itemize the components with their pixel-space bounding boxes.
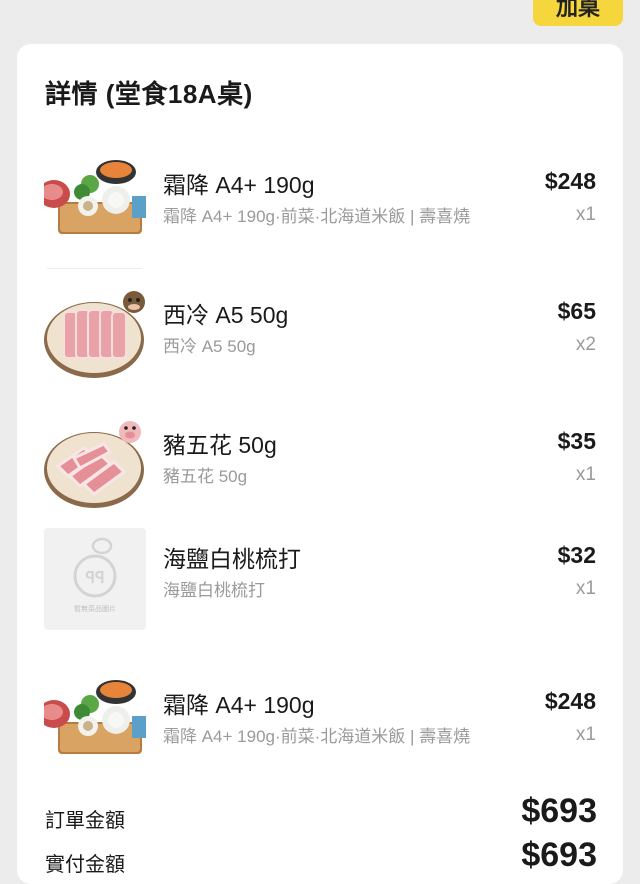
item-quantity: x1 xyxy=(575,204,596,225)
beef-plate-icon xyxy=(44,284,146,386)
placeholder-caption: 暫無菜品圖片 xyxy=(74,606,116,613)
item-name: 西冷 A5 50g xyxy=(163,302,289,328)
placeholder-image-icon: ꟼꟼ 暫無菜品圖片 xyxy=(44,528,146,630)
item-name: 海鹽白桃梳打 xyxy=(163,546,301,572)
paid-amount-label: 實付金額 xyxy=(45,854,125,876)
order-item[interactable]: 霜降 A4+ 190g 霜降 A4+ 190g·前菜·北海道米飯 | 壽喜燒 $… xyxy=(44,674,596,778)
order-item[interactable]: 豬五花 50g 豬五花 50g $35 x1 xyxy=(44,414,596,518)
item-price: $32 xyxy=(557,542,596,568)
order-amount-label: 訂單金額 xyxy=(45,810,125,832)
item-name: 霜降 A4+ 190g xyxy=(163,172,315,198)
order-item[interactable]: 西冷 A5 50g 西冷 A5 50g $65 x2 xyxy=(44,284,596,388)
svg-text:ꟼꟼ: ꟼꟼ xyxy=(85,570,104,587)
paid-amount-value: $693 xyxy=(521,836,597,874)
chef-hat-icon: ꟼꟼ xyxy=(44,528,146,630)
add-table-button[interactable]: 加桌 xyxy=(533,0,623,26)
order-details-card: 詳情 (堂食18A桌) 霜降 A4+ 190g 霜降 A4+ 190g·前菜·北… xyxy=(17,44,623,884)
order-item[interactable]: ꟼꟼ 暫無菜品圖片 海鹽白桃梳打 海鹽白桃梳打 $32 x1 xyxy=(44,528,596,632)
order-amount-value: $693 xyxy=(521,792,597,830)
item-description: 霜降 A4+ 190g·前菜·北海道米飯 | 壽喜燒 xyxy=(163,727,471,746)
item-description: 西冷 A5 50g xyxy=(163,337,256,356)
order-item[interactable]: 霜降 A4+ 190g 霜降 A4+ 190g·前菜·北海道米飯 | 壽喜燒 $… xyxy=(44,154,596,258)
item-price: $248 xyxy=(544,168,596,194)
item-quantity: x1 xyxy=(575,578,596,599)
item-divider xyxy=(47,268,142,269)
item-quantity: x2 xyxy=(575,334,596,355)
item-quantity: x1 xyxy=(575,464,596,485)
item-quantity: x1 xyxy=(575,724,596,745)
item-description: 豬五花 50g xyxy=(163,467,248,486)
item-name: 霜降 A4+ 190g xyxy=(163,692,315,718)
pork-plate-icon xyxy=(44,414,146,516)
item-name: 豬五花 50g xyxy=(163,432,277,458)
item-price: $65 xyxy=(557,298,596,324)
item-description: 海鹽白桃梳打 xyxy=(163,581,265,600)
details-title: 詳情 (堂食18A桌) xyxy=(45,79,253,109)
item-price: $35 xyxy=(557,428,596,454)
sukiyaki-set-icon xyxy=(44,674,146,776)
item-price: $248 xyxy=(544,688,596,714)
sukiyaki-set-icon xyxy=(44,154,146,256)
item-description: 霜降 A4+ 190g·前菜·北海道米飯 | 壽喜燒 xyxy=(163,207,471,226)
